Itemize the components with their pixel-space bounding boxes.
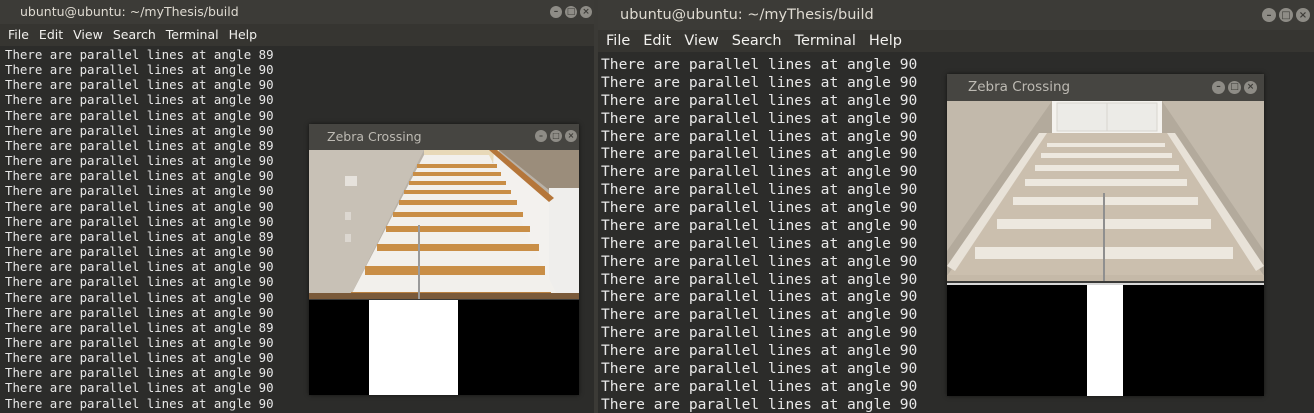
right-terminal-titlebar[interactable]: ubuntu@ubuntu: ~/myThesis/build – □ × [598,0,1314,30]
maximize-icon[interactable]: □ [550,130,562,142]
zebra-window-title: Zebra Crossing [327,129,422,144]
menu-search[interactable]: Search [732,30,782,52]
staircase-photo [309,150,579,299]
output-line: There are parallel lines at angle 90 [601,395,918,413]
window-controls: – □ × [1212,81,1257,94]
window-controls: – □ × [550,6,592,18]
close-icon[interactable]: × [580,6,592,18]
right-terminal-menubar: File Edit View Search Terminal Help [598,30,1314,52]
menu-help[interactable]: Help [229,24,258,46]
output-line: There are parallel lines at angle 90 [601,56,918,73]
menu-view[interactable]: View [73,24,103,46]
output-line: There are parallel lines at angle 90 [5,77,274,93]
left-terminal-titlebar[interactable]: ubuntu@ubuntu: ~/myThesis/build – □ × [0,0,594,24]
output-line: There are parallel lines at angle 90 [5,92,274,108]
detected-zebra-band [1087,285,1123,396]
menu-file[interactable]: File [606,30,630,52]
binary-mask-view [947,283,1264,396]
maximize-icon[interactable]: □ [1279,8,1293,22]
minimize-icon[interactable]: – [550,6,562,18]
detected-zebra-band [369,300,458,395]
zebra-window-titlebar[interactable]: Zebra Crossing – □ × [947,74,1264,101]
minimize-icon[interactable]: – [1262,8,1276,22]
menu-view[interactable]: View [684,30,718,52]
zebra-crossing-window-large[interactable]: Zebra Crossing – □ × [947,74,1264,396]
staircase-photo [947,101,1264,281]
zebra-crossing-window-small[interactable]: Zebra Crossing – □ × [309,124,579,395]
close-icon[interactable]: × [1296,8,1310,22]
minimize-icon[interactable]: – [535,130,547,142]
binary-mask-view [309,300,579,395]
menu-edit[interactable]: Edit [643,30,671,52]
zebra-window-title: Zebra Crossing [968,79,1071,95]
left-terminal-window[interactable]: ubuntu@ubuntu: ~/myThesis/build – □ × Fi… [0,0,594,413]
menu-terminal[interactable]: Terminal [795,30,856,52]
output-line: There are parallel lines at angle 90 [5,395,274,411]
menu-edit[interactable]: Edit [39,24,63,46]
close-icon[interactable]: × [565,130,577,142]
zebra-window-titlebar[interactable]: Zebra Crossing – □ × [309,124,579,150]
maximize-icon[interactable]: □ [565,6,577,18]
output-line: There are parallel lines at angle 90 [5,62,274,78]
left-terminal-menubar: File Edit View Search Terminal Help [0,24,594,46]
window-controls: – □ × [1262,8,1310,22]
maximize-icon[interactable]: □ [1228,81,1241,94]
minimize-icon[interactable]: – [1212,81,1225,94]
menu-help[interactable]: Help [869,30,902,52]
window-controls: – □ × [535,130,577,142]
output-line: There are parallel lines at angle 90 [5,107,274,123]
menu-search[interactable]: Search [113,24,156,46]
close-icon[interactable]: × [1244,81,1257,94]
window-title: ubuntu@ubuntu: ~/myThesis/build [20,4,239,19]
menu-terminal[interactable]: Terminal [166,24,219,46]
output-line: There are parallel lines at angle 89 [5,47,274,62]
window-title: ubuntu@ubuntu: ~/myThesis/build [620,7,874,23]
menu-file[interactable]: File [8,24,29,46]
